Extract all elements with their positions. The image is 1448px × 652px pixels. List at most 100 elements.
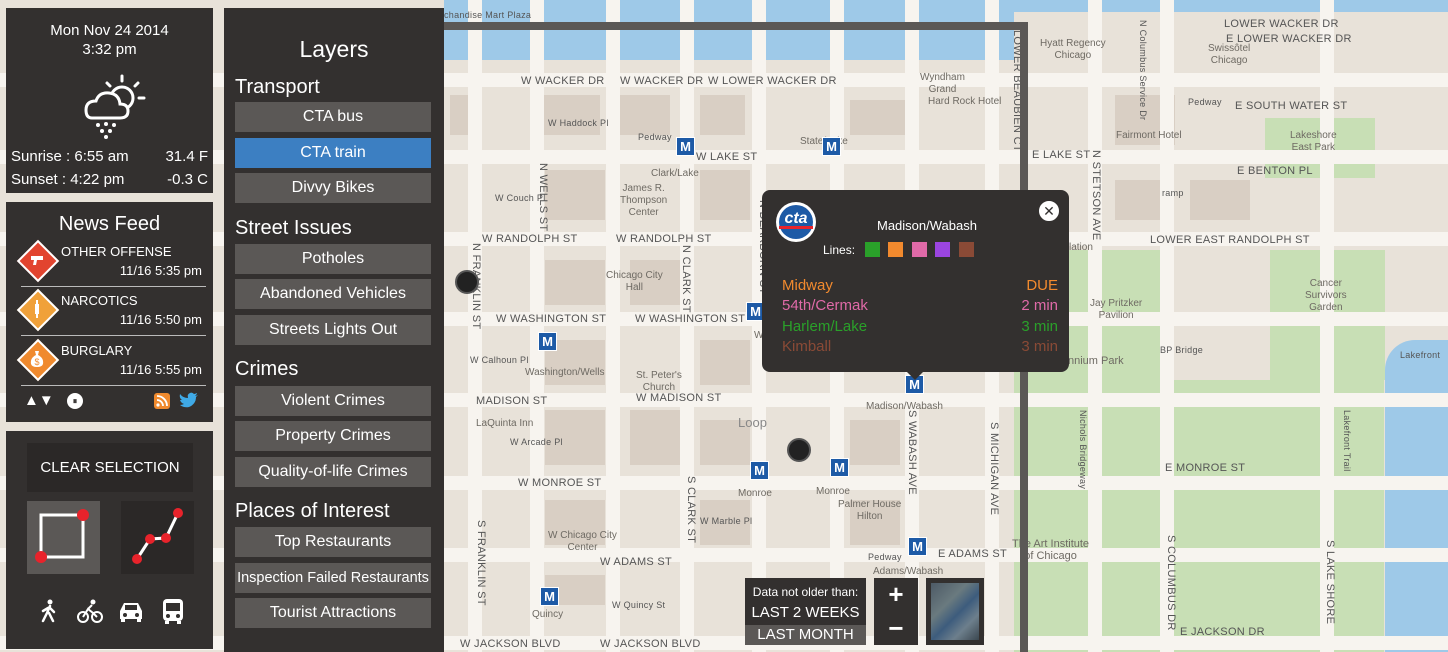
filter-last-month-button[interactable]: LAST MONTH — [745, 625, 866, 645]
street-label: LOWER EAST RANDOLPH ST — [1150, 234, 1310, 246]
layer-inspection-failed-button[interactable]: Inspection Failed Restaurants — [235, 563, 431, 593]
rectangle-select-icon — [35, 509, 89, 563]
syringe-icon — [32, 300, 42, 318]
lake-michigan — [1385, 340, 1448, 652]
rectangle-select-tool[interactable] — [27, 501, 100, 574]
street-label: Nichols Bridgeway — [1078, 410, 1088, 490]
temperature-f: 31.4 F — [165, 148, 208, 165]
street-label: S COLUMBUS DR — [1165, 535, 1177, 631]
news-item-title: BURGLARY — [61, 343, 133, 358]
arrival-eta: 2 min — [1021, 297, 1058, 314]
line-swatch — [888, 242, 904, 257]
street-label: Lakefront Trail — [1342, 410, 1352, 472]
map-canvas[interactable]: W WACKER DR W WACKER DR W LOWER WACKER D… — [0, 0, 1448, 652]
arrival-row: Harlem/Lake 3 min — [782, 318, 1058, 338]
poi-label: Hyatt Regency Chicago — [1040, 38, 1106, 61]
satellite-toggle-button[interactable] — [926, 578, 984, 645]
poi-label: Lakeshore East Park — [1290, 130, 1337, 153]
arrival-destination: Kimball — [782, 338, 832, 355]
twitter-icon[interactable] — [179, 392, 199, 410]
news-item-time: 11/16 5:55 pm — [119, 362, 202, 377]
station-popup: cta Madison/Wabash ✕ Lines: Midway DUE 5… — [762, 190, 1069, 380]
poi-label: nnium Park — [1068, 355, 1124, 367]
layer-tourist-attractions-button[interactable]: Tourist Attractions — [235, 598, 431, 628]
svg-text:$: $ — [34, 357, 39, 367]
clear-selection-button[interactable]: CLEAR SELECTION — [27, 443, 193, 492]
car-icon[interactable] — [117, 599, 145, 623]
sunrise-text: Sunrise : 6:55 am — [11, 148, 129, 165]
layer-divvy-bikes-button[interactable]: Divvy Bikes — [235, 173, 431, 203]
street-label: E LAKE ST — [1032, 149, 1091, 161]
bus-icon[interactable] — [161, 597, 185, 625]
street-label: ramp — [1162, 188, 1184, 198]
street-label: E BENTON PL — [1237, 165, 1313, 177]
news-item-time: 11/16 5:35 pm — [119, 263, 202, 278]
line-swatch — [958, 242, 974, 257]
poi-label: Fairmont Hotel — [1116, 130, 1182, 141]
path-select-tool[interactable] — [121, 501, 194, 574]
arrival-destination: 54th/Cermak — [782, 297, 868, 314]
popup-pointer — [907, 372, 923, 380]
news-item[interactable]: $ BURGLARY 11/16 5:55 pm — [16, 338, 206, 386]
close-button[interactable]: ✕ — [1039, 201, 1059, 221]
layer-top-restaurants-button[interactable]: Top Restaurants — [235, 527, 431, 557]
news-item[interactable]: OTHER OFFENSE 11/16 5:35 pm — [16, 239, 206, 287]
layer-abandoned-vehicles-button[interactable]: Abandoned Vehicles — [235, 279, 431, 309]
pause-icon: ⏸ — [72, 396, 78, 406]
street-label: E SOUTH WATER ST — [1235, 100, 1348, 112]
line-swatch — [935, 242, 951, 257]
line-swatch — [865, 242, 880, 257]
time-weather-panel: Mon Nov 24 2014 3:32 pm Sunrise : 6:55 a… — [6, 8, 213, 193]
street-label: E MONROE ST — [1165, 462, 1246, 474]
layer-violent-crimes-button[interactable]: Violent Crimes — [235, 386, 431, 416]
cta-logo-icon: cta — [776, 202, 816, 242]
zoom-in-button[interactable]: + — [874, 578, 918, 611]
pause-button[interactable]: ⏸ — [67, 393, 83, 409]
section-street-issues: Street Issues — [235, 217, 352, 239]
filter-last-2-weeks-button[interactable]: LAST 2 WEEKS — [745, 603, 866, 623]
line-color-list — [865, 242, 978, 258]
polyline-select-icon — [132, 508, 183, 564]
street-label: Lakefront — [1400, 350, 1441, 360]
poi-label: lation — [1069, 242, 1093, 253]
gun-icon — [30, 253, 44, 267]
layer-property-crimes-button[interactable]: Property Crimes — [235, 421, 431, 451]
poi-label: Swissôtel Chicago — [1208, 43, 1251, 66]
zoom-out-button[interactable]: − — [874, 612, 918, 645]
arrival-row: Kimball 3 min — [782, 338, 1058, 358]
time-text: 3:32 pm — [82, 41, 137, 58]
layer-quality-of-life-button[interactable]: Quality-of-life Crimes — [235, 457, 431, 487]
money-bag-icon: $ — [30, 350, 44, 368]
news-feed-title: News Feed — [58, 213, 161, 235]
arrival-destination: Midway — [782, 277, 833, 294]
poi-label: Jay Pritzker Pavilion — [1090, 298, 1143, 321]
news-item[interactable]: NARCOTICS 11/16 5:50 pm — [16, 288, 206, 336]
street-label: chandise Mart Plaza — [444, 10, 532, 20]
poi-label: Cancer Survivors Garden — [1305, 278, 1347, 313]
arrival-row: 54th/Cermak 2 min — [782, 297, 1058, 317]
date-text: Mon Nov 24 2014 — [50, 22, 169, 39]
layers-title: Layers — [299, 36, 369, 62]
arrival-destination: Harlem/Lake — [782, 318, 868, 335]
scroll-updown-button[interactable]: ▲▼ — [24, 392, 54, 409]
news-item-title: OTHER OFFENSE — [61, 244, 172, 259]
satellite-thumbnail — [931, 583, 979, 640]
time-filter-label: Data not older than: — [752, 585, 859, 599]
selection-tools-panel: CLEAR SELECTION — [6, 431, 213, 649]
walk-icon[interactable] — [38, 599, 60, 623]
street-label: LOWER WACKER DR — [1224, 18, 1339, 30]
river-east — [1014, 0, 1448, 12]
layer-cta-train-button[interactable]: CTA train — [235, 138, 431, 168]
bike-icon[interactable] — [77, 598, 103, 624]
layer-potholes-button[interactable]: Potholes — [235, 244, 431, 274]
street-label: Pedway — [1188, 97, 1222, 107]
sunset-text: Sunset : 4:22 pm — [11, 171, 125, 188]
rss-icon[interactable] — [154, 393, 170, 409]
layers-panel: Layers Transport CTA bus CTA train Divvy… — [224, 8, 444, 652]
layer-street-lights-button[interactable]: Streets Lights Out — [235, 315, 431, 345]
news-item-title: NARCOTICS — [61, 293, 138, 308]
layer-cta-bus-button[interactable]: CTA bus — [235, 102, 431, 132]
news-item-time: 11/16 5:50 pm — [119, 312, 202, 327]
street-label: BP Bridge — [1160, 345, 1204, 355]
close-icon: ✕ — [1043, 203, 1055, 219]
